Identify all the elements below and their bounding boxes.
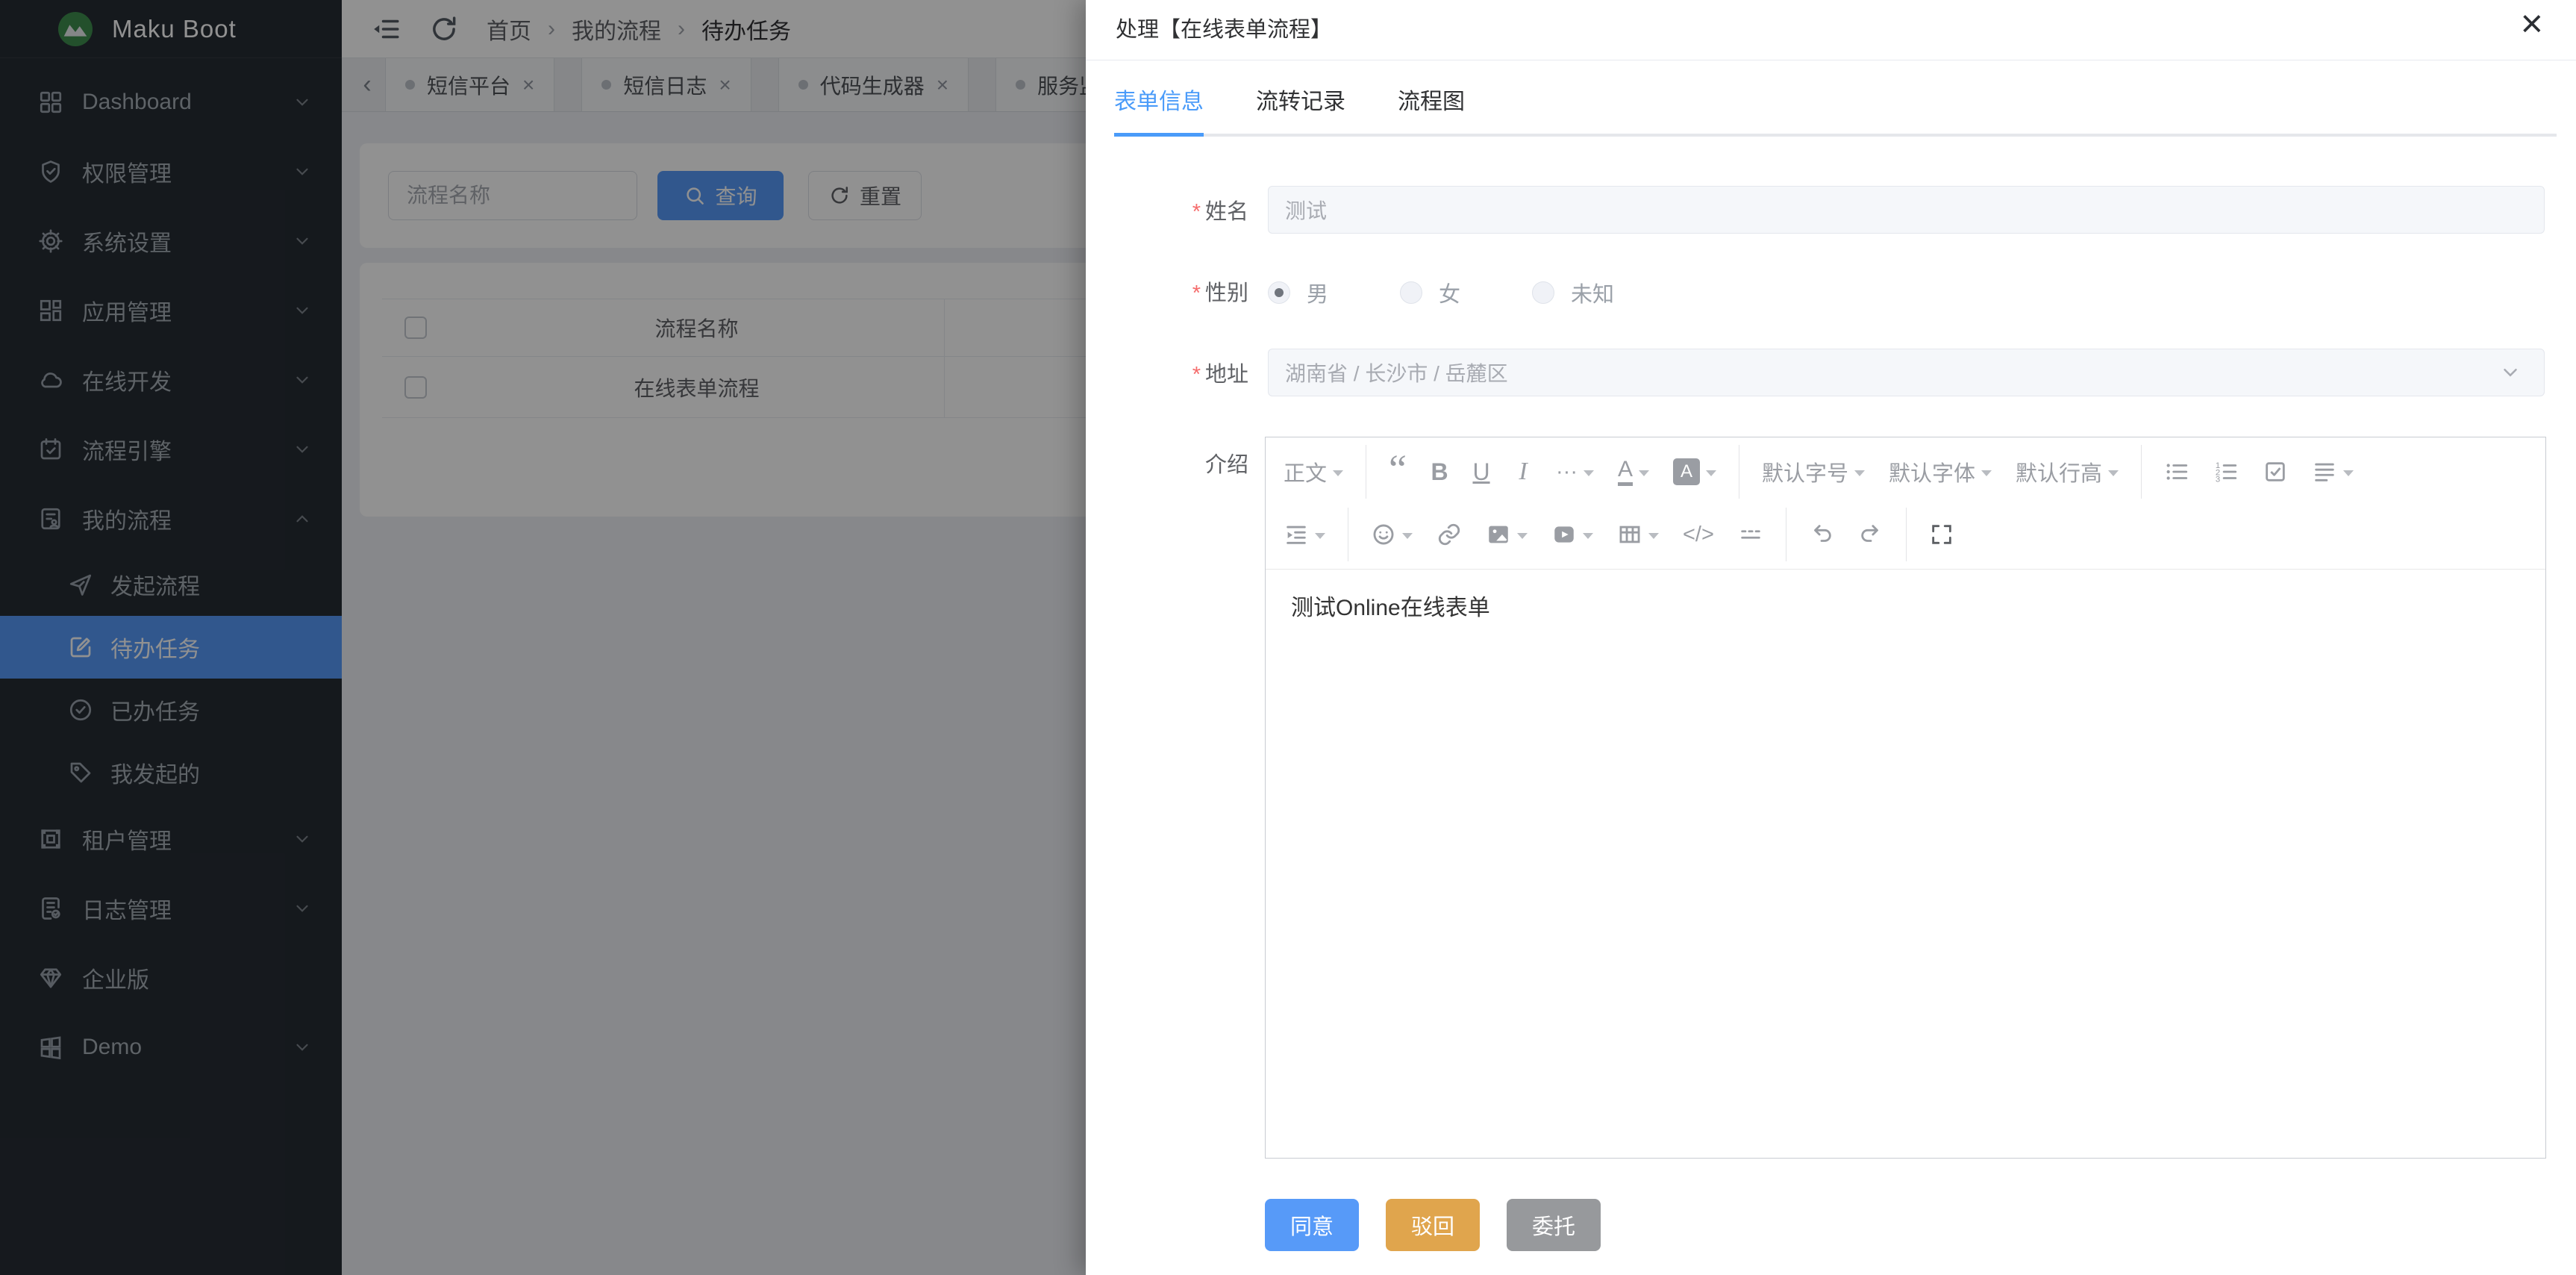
form-row-address: *地址 湖南省 / 长沙市 / 岳麓区 [1086,349,2576,396]
undo-button[interactable] [1797,512,1846,557]
font-color-button[interactable]: A [1606,449,1661,494]
close-icon[interactable]: × [2521,1,2543,46]
blockquote-button[interactable]: “ [1377,449,1419,494]
name-field[interactable] [1268,186,2545,234]
image-button[interactable] [1474,512,1539,557]
rich-text-editor: 正文 “ B U I ··· A A 默认字号 [1265,437,2546,1159]
radio-dot-icon [1268,281,1290,304]
caret-down-icon [1639,470,1649,476]
required-asterisk: * [1192,281,1201,305]
more-styles-button[interactable]: ··· [1544,449,1606,494]
table-button[interactable] [1605,512,1671,557]
radio-dot-icon [1532,281,1554,304]
gender-radio-group: 男 女 未知 [1268,274,2545,308]
form-row-name: *姓名 [1086,186,2576,234]
form-row-gender: *性别 男 女 未知 [1086,274,2576,308]
agree-button[interactable]: 同意 [1265,1199,1359,1251]
address-label: *地址 [1086,357,1248,388]
required-asterisk: * [1192,200,1201,224]
toolbar-row-2: </> [1272,503,2539,566]
toolbar-separator [2141,445,2142,499]
caret-down-icon [2343,470,2354,476]
numbered-list-button[interactable]: 123 [2201,449,2251,494]
form-row-intro: 介绍 正文 “ B U I ··· A [1086,437,2576,1159]
font-family-button[interactable]: 默认字体 [1877,449,2004,494]
reject-button[interactable]: 驳回 [1386,1199,1480,1251]
caret-down-icon [1333,470,1343,476]
caret-down-icon [1584,470,1594,476]
radio-female[interactable]: 女 [1400,277,1460,308]
caret-down-icon [2108,470,2119,476]
caret-down-icon [1402,533,1413,539]
process-form: *姓名 *性别 男 女 未知 *地址 湖南省 / 长沙市 / 岳麓区 [1086,186,2576,1251]
video-button[interactable] [1539,512,1605,557]
caret-down-icon [1706,470,1716,476]
radio-male[interactable]: 男 [1268,277,1328,308]
caret-down-icon [1981,470,1992,476]
tab-form-info[interactable]: 表单信息 [1114,83,1204,134]
code-button[interactable]: </> [1671,512,1726,557]
required-asterisk: * [1192,363,1201,387]
redo-button[interactable] [1846,512,1895,557]
caret-down-icon [1315,533,1325,539]
caret-down-icon [1854,470,1865,476]
italic-button[interactable]: I [1502,449,1544,494]
drawer-tabs: 表单信息 流转记录 流程图 [1114,83,2557,137]
address-value: 湖南省 / 长沙市 / 岳麓区 [1285,358,1508,387]
bold-button[interactable]: B [1419,449,1460,494]
editor-content[interactable]: 测试Online在线表单 [1266,570,2545,1158]
paragraph-style-button[interactable]: 正文 [1272,449,1355,494]
screen: Maku Boot Dashboard 权限管理 系统设置 应用管理 [0,0,2576,1275]
bullet-list-button[interactable] [2152,449,2201,494]
caret-down-icon [1517,533,1528,539]
name-label: *姓名 [1086,194,1248,225]
toolbar-row-1: 正文 “ B U I ··· A A 默认字号 [1272,440,2539,503]
tab-flow-records[interactable]: 流转记录 [1256,83,1345,134]
indent-button[interactable] [1272,512,1337,557]
bg-color-button[interactable]: A [1661,449,1728,494]
drawer-title: 处理【在线表单流程】 [1116,12,1332,43]
radio-dot-icon [1400,281,1422,304]
svg-text:3: 3 [2216,475,2220,484]
drawer-header: 处理【在线表单流程】 × [1086,0,2576,60]
caret-down-icon [1648,533,1659,539]
justify-button[interactable] [2300,449,2366,494]
editor-toolbar: 正文 “ B U I ··· A A 默认字号 [1266,437,2545,570]
caret-down-icon [1583,533,1593,539]
link-button[interactable] [1425,512,1474,557]
toolbar-separator [1906,508,1907,561]
drawer-actions: 同意 驳回 委托 [1265,1199,2576,1251]
intro-label: 介绍 [1086,437,1248,478]
fullscreen-button[interactable] [1917,512,1966,557]
underline-button[interactable]: U [1460,449,1502,494]
process-drawer: 处理【在线表单流程】 × 表单信息 流转记录 流程图 *姓名 *性别 男 女 未… [1086,0,2576,1275]
gender-label: *性别 [1086,275,1248,307]
line-height-button[interactable]: 默认行高 [2004,449,2130,494]
font-size-button[interactable]: 默认字号 [1750,449,1877,494]
address-select[interactable]: 湖南省 / 长沙市 / 岳麓区 [1268,349,2545,396]
delegate-button[interactable]: 委托 [1507,1199,1601,1251]
divider-button[interactable] [1726,512,1775,557]
radio-unknown[interactable]: 未知 [1532,277,1614,308]
checklist-button[interactable] [2251,449,2300,494]
chevron-down-icon [2499,361,2522,384]
emoji-button[interactable] [1359,512,1425,557]
tab-flow-diagram[interactable]: 流程图 [1398,83,1465,134]
